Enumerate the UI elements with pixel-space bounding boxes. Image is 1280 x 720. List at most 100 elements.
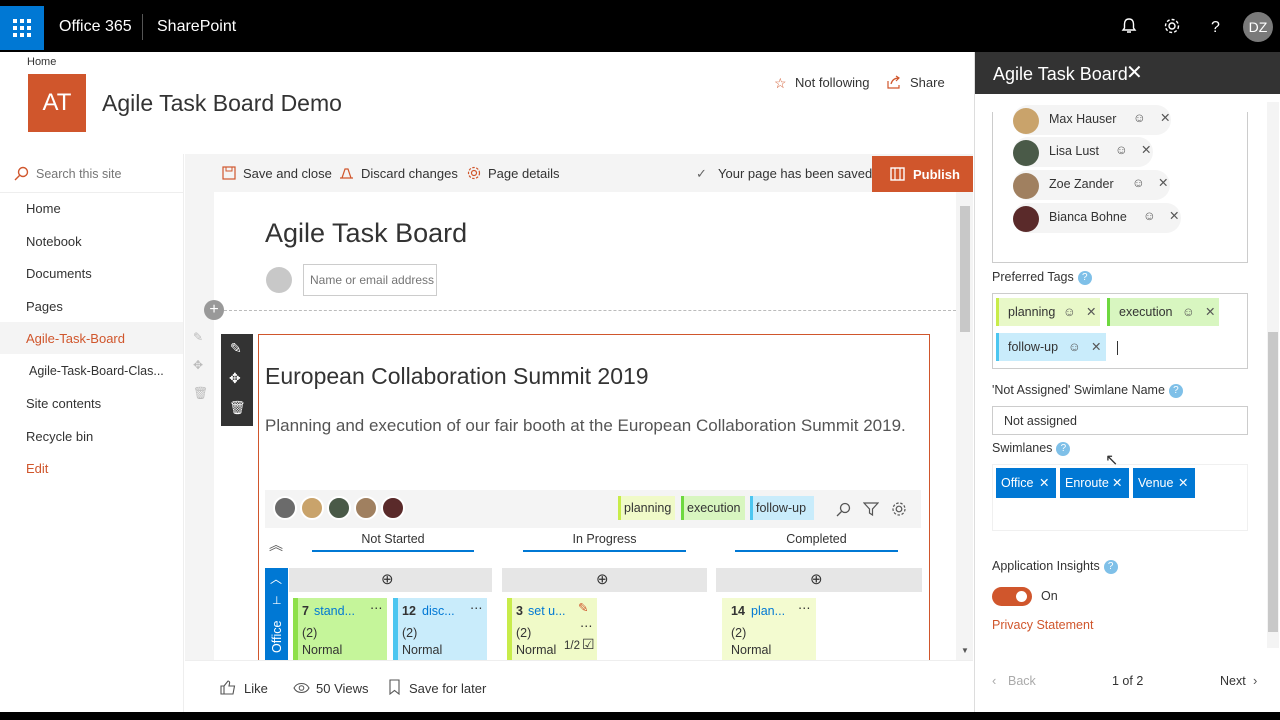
follow-button[interactable]: Not following bbox=[795, 75, 869, 90]
filter-tag-planning[interactable]: planning bbox=[618, 496, 676, 520]
save-and-close-button[interactable]: Save and close bbox=[243, 166, 332, 181]
help-icon[interactable]: ? bbox=[1077, 270, 1092, 285]
not-assigned-input[interactable] bbox=[992, 406, 1248, 435]
more-icon[interactable]: ⋯ bbox=[470, 600, 483, 615]
delete-icon[interactable]: 🗑 bbox=[229, 400, 246, 416]
person-chip[interactable]: Lisa Lust ☺ ✕ bbox=[1013, 137, 1153, 167]
publish-button[interactable]: Publish bbox=[872, 156, 973, 192]
canvas-scrollbar[interactable]: ▼ bbox=[958, 198, 972, 660]
site-title[interactable]: Agile Task Board Demo bbox=[102, 90, 342, 117]
add-section-icon[interactable]: + bbox=[204, 300, 224, 320]
tag-chip[interactable]: execution ☺ ✕ bbox=[1107, 298, 1219, 326]
scrollbar-thumb[interactable] bbox=[1268, 332, 1278, 632]
more-icon[interactable]: ⋯ bbox=[798, 600, 811, 615]
page-details-button[interactable]: Page details bbox=[488, 166, 560, 181]
nav-item-site-contents[interactable]: Site contents bbox=[26, 396, 101, 411]
swimlane-chip[interactable]: Venue ✕ bbox=[1133, 468, 1195, 498]
share-button[interactable]: Share bbox=[910, 75, 945, 90]
remove-icon[interactable]: ✕ bbox=[1039, 468, 1049, 498]
nav-edit-link[interactable]: Edit bbox=[26, 461, 48, 476]
tag-chip[interactable]: follow-up ☺ ✕ bbox=[996, 333, 1106, 361]
add-card-bar[interactable]: ⊕ bbox=[289, 568, 492, 592]
swimlane-chip[interactable]: Enroute ✕ bbox=[1060, 468, 1129, 498]
page-title[interactable]: Agile Task Board bbox=[265, 218, 467, 249]
task-card[interactable]: 14 plan... ⋯ (2) Normal bbox=[722, 598, 816, 660]
swimlane-chip[interactable]: Office ✕ bbox=[996, 468, 1056, 498]
checklist-icon[interactable]: ☑ bbox=[582, 636, 595, 653]
star-icon[interactable]: ☆ bbox=[774, 75, 787, 92]
palette-icon[interactable]: ☺ bbox=[1182, 298, 1195, 326]
remove-icon[interactable]: ✕ bbox=[1169, 208, 1179, 223]
attachment-icon[interactable]: ✎ bbox=[578, 600, 588, 615]
office365-link[interactable]: Office 365 bbox=[59, 18, 132, 36]
nav-item-notebook[interactable]: Notebook bbox=[26, 234, 82, 249]
like-icon[interactable] bbox=[220, 680, 236, 695]
people-picker[interactable]: Max Hauser ☺ ✕ Lisa Lust ☺ ✕ Zoe Zander ☺ ✕ Bi… bbox=[992, 105, 1248, 263]
swimlane-header[interactable]: ︿ ⊥ Office bbox=[265, 568, 288, 660]
add-card-bar[interactable]: ⊕ bbox=[716, 568, 922, 592]
edit-icon[interactable]: ✎ bbox=[230, 340, 242, 357]
remove-icon[interactable]: ✕ bbox=[1112, 468, 1122, 498]
palette-icon[interactable]: ☺ bbox=[1132, 176, 1145, 190]
search-icon[interactable] bbox=[836, 502, 851, 517]
scroll-down-icon[interactable]: ▼ bbox=[961, 646, 969, 655]
filter-tag-execution[interactable]: execution bbox=[681, 496, 745, 520]
nav-item-home[interactable]: Home bbox=[26, 201, 61, 216]
palette-icon[interactable]: ☺ bbox=[1133, 111, 1146, 125]
gear-icon[interactable] bbox=[1162, 16, 1182, 36]
remove-icon[interactable]: ✕ bbox=[1158, 175, 1168, 190]
member-avatar[interactable] bbox=[381, 496, 405, 520]
remove-icon[interactable]: ✕ bbox=[1141, 142, 1151, 157]
save-for-later-button[interactable]: Save for later bbox=[409, 681, 486, 696]
user-avatar[interactable]: DZ bbox=[1243, 12, 1273, 42]
close-icon[interactable]: ✕ bbox=[1126, 60, 1143, 85]
remove-icon[interactable]: ✕ bbox=[1091, 333, 1101, 361]
task-card[interactable]: 7 stand... ⋯ (2) Normal bbox=[293, 598, 387, 660]
search-input[interactable] bbox=[36, 162, 176, 186]
tags-picker[interactable]: planning ☺ ✕ execution ☺ ✕ follow-up ☺ ✕ bbox=[992, 293, 1248, 369]
pin-icon[interactable]: ⊥ bbox=[272, 594, 282, 607]
task-card[interactable]: 12 disc... ⋯ (2) Normal bbox=[393, 598, 487, 660]
nav-item-recycle-bin[interactable]: Recycle bin bbox=[26, 429, 93, 444]
remove-icon[interactable]: ✕ bbox=[1086, 298, 1096, 326]
palette-icon[interactable]: ☺ bbox=[1115, 143, 1128, 157]
privacy-statement-link[interactable]: Privacy Statement bbox=[992, 618, 1093, 632]
member-avatar[interactable] bbox=[354, 496, 378, 520]
back-button[interactable]: Back bbox=[1008, 674, 1036, 688]
remove-icon[interactable]: ✕ bbox=[1178, 468, 1188, 498]
scrollbar-thumb[interactable] bbox=[960, 206, 970, 332]
add-card-bar[interactable]: ⊕ bbox=[502, 568, 707, 592]
app-launcher-icon[interactable] bbox=[0, 6, 44, 50]
filter-tag-follow-up[interactable]: follow-up bbox=[750, 496, 815, 520]
task-card[interactable]: 3 set u... ✎ ⋯ (2) Normal 1/2 ☑ bbox=[507, 598, 597, 660]
breadcrumb[interactable]: Home bbox=[27, 56, 56, 68]
member-avatar[interactable] bbox=[273, 496, 297, 520]
palette-icon[interactable]: ☺ bbox=[1063, 298, 1076, 326]
gear-icon[interactable] bbox=[891, 501, 907, 517]
share-icon[interactable] bbox=[887, 75, 902, 89]
person-chip[interactable]: Bianca Bohne ☺ ✕ bbox=[1013, 203, 1181, 233]
task-title[interactable]: stand... bbox=[314, 604, 355, 618]
task-title[interactable]: plan... bbox=[751, 604, 785, 618]
pane-scrollbar[interactable] bbox=[1267, 102, 1279, 648]
help-icon[interactable]: ? bbox=[1168, 383, 1183, 398]
chevron-right-icon[interactable]: › bbox=[1253, 673, 1257, 688]
member-avatar[interactable] bbox=[327, 496, 351, 520]
more-icon[interactable]: ⋯ bbox=[370, 600, 383, 615]
remove-icon[interactable]: ✕ bbox=[1205, 298, 1215, 326]
collapse-all-icon[interactable]: ︽ bbox=[269, 535, 283, 555]
sharepoint-link[interactable]: SharePoint bbox=[157, 18, 236, 36]
person-chip[interactable]: Max Hauser ☺ ✕ bbox=[1013, 105, 1171, 135]
move-icon[interactable]: ✥ bbox=[229, 370, 241, 387]
bell-icon[interactable] bbox=[1119, 16, 1139, 36]
more-icon[interactable]: ⋯ bbox=[580, 618, 593, 633]
nav-item-documents[interactable]: Documents bbox=[26, 266, 92, 281]
like-button[interactable]: Like bbox=[244, 681, 268, 696]
member-avatar[interactable] bbox=[300, 496, 324, 520]
author-input[interactable] bbox=[303, 264, 437, 296]
palette-icon[interactable]: ☺ bbox=[1068, 333, 1081, 361]
nav-item-agile-task-board[interactable]: Agile-Task-Board bbox=[26, 331, 125, 346]
nav-item-pages[interactable]: Pages bbox=[26, 299, 63, 314]
help-icon[interactable]: ? bbox=[1056, 441, 1071, 456]
help-icon[interactable]: ? bbox=[1103, 559, 1118, 574]
